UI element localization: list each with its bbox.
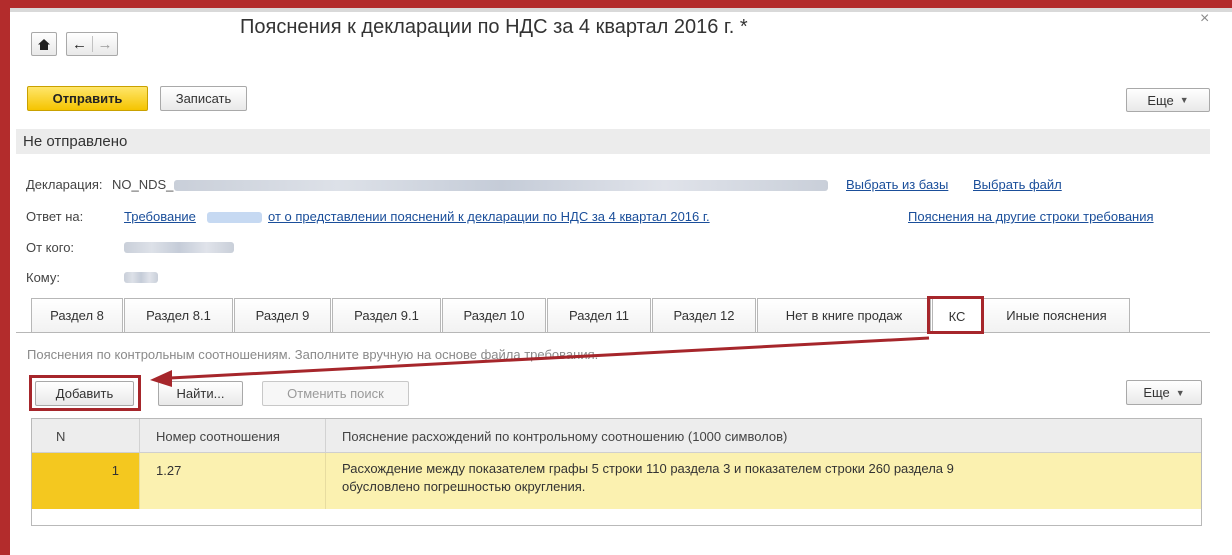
annotation-arrow xyxy=(150,336,930,387)
